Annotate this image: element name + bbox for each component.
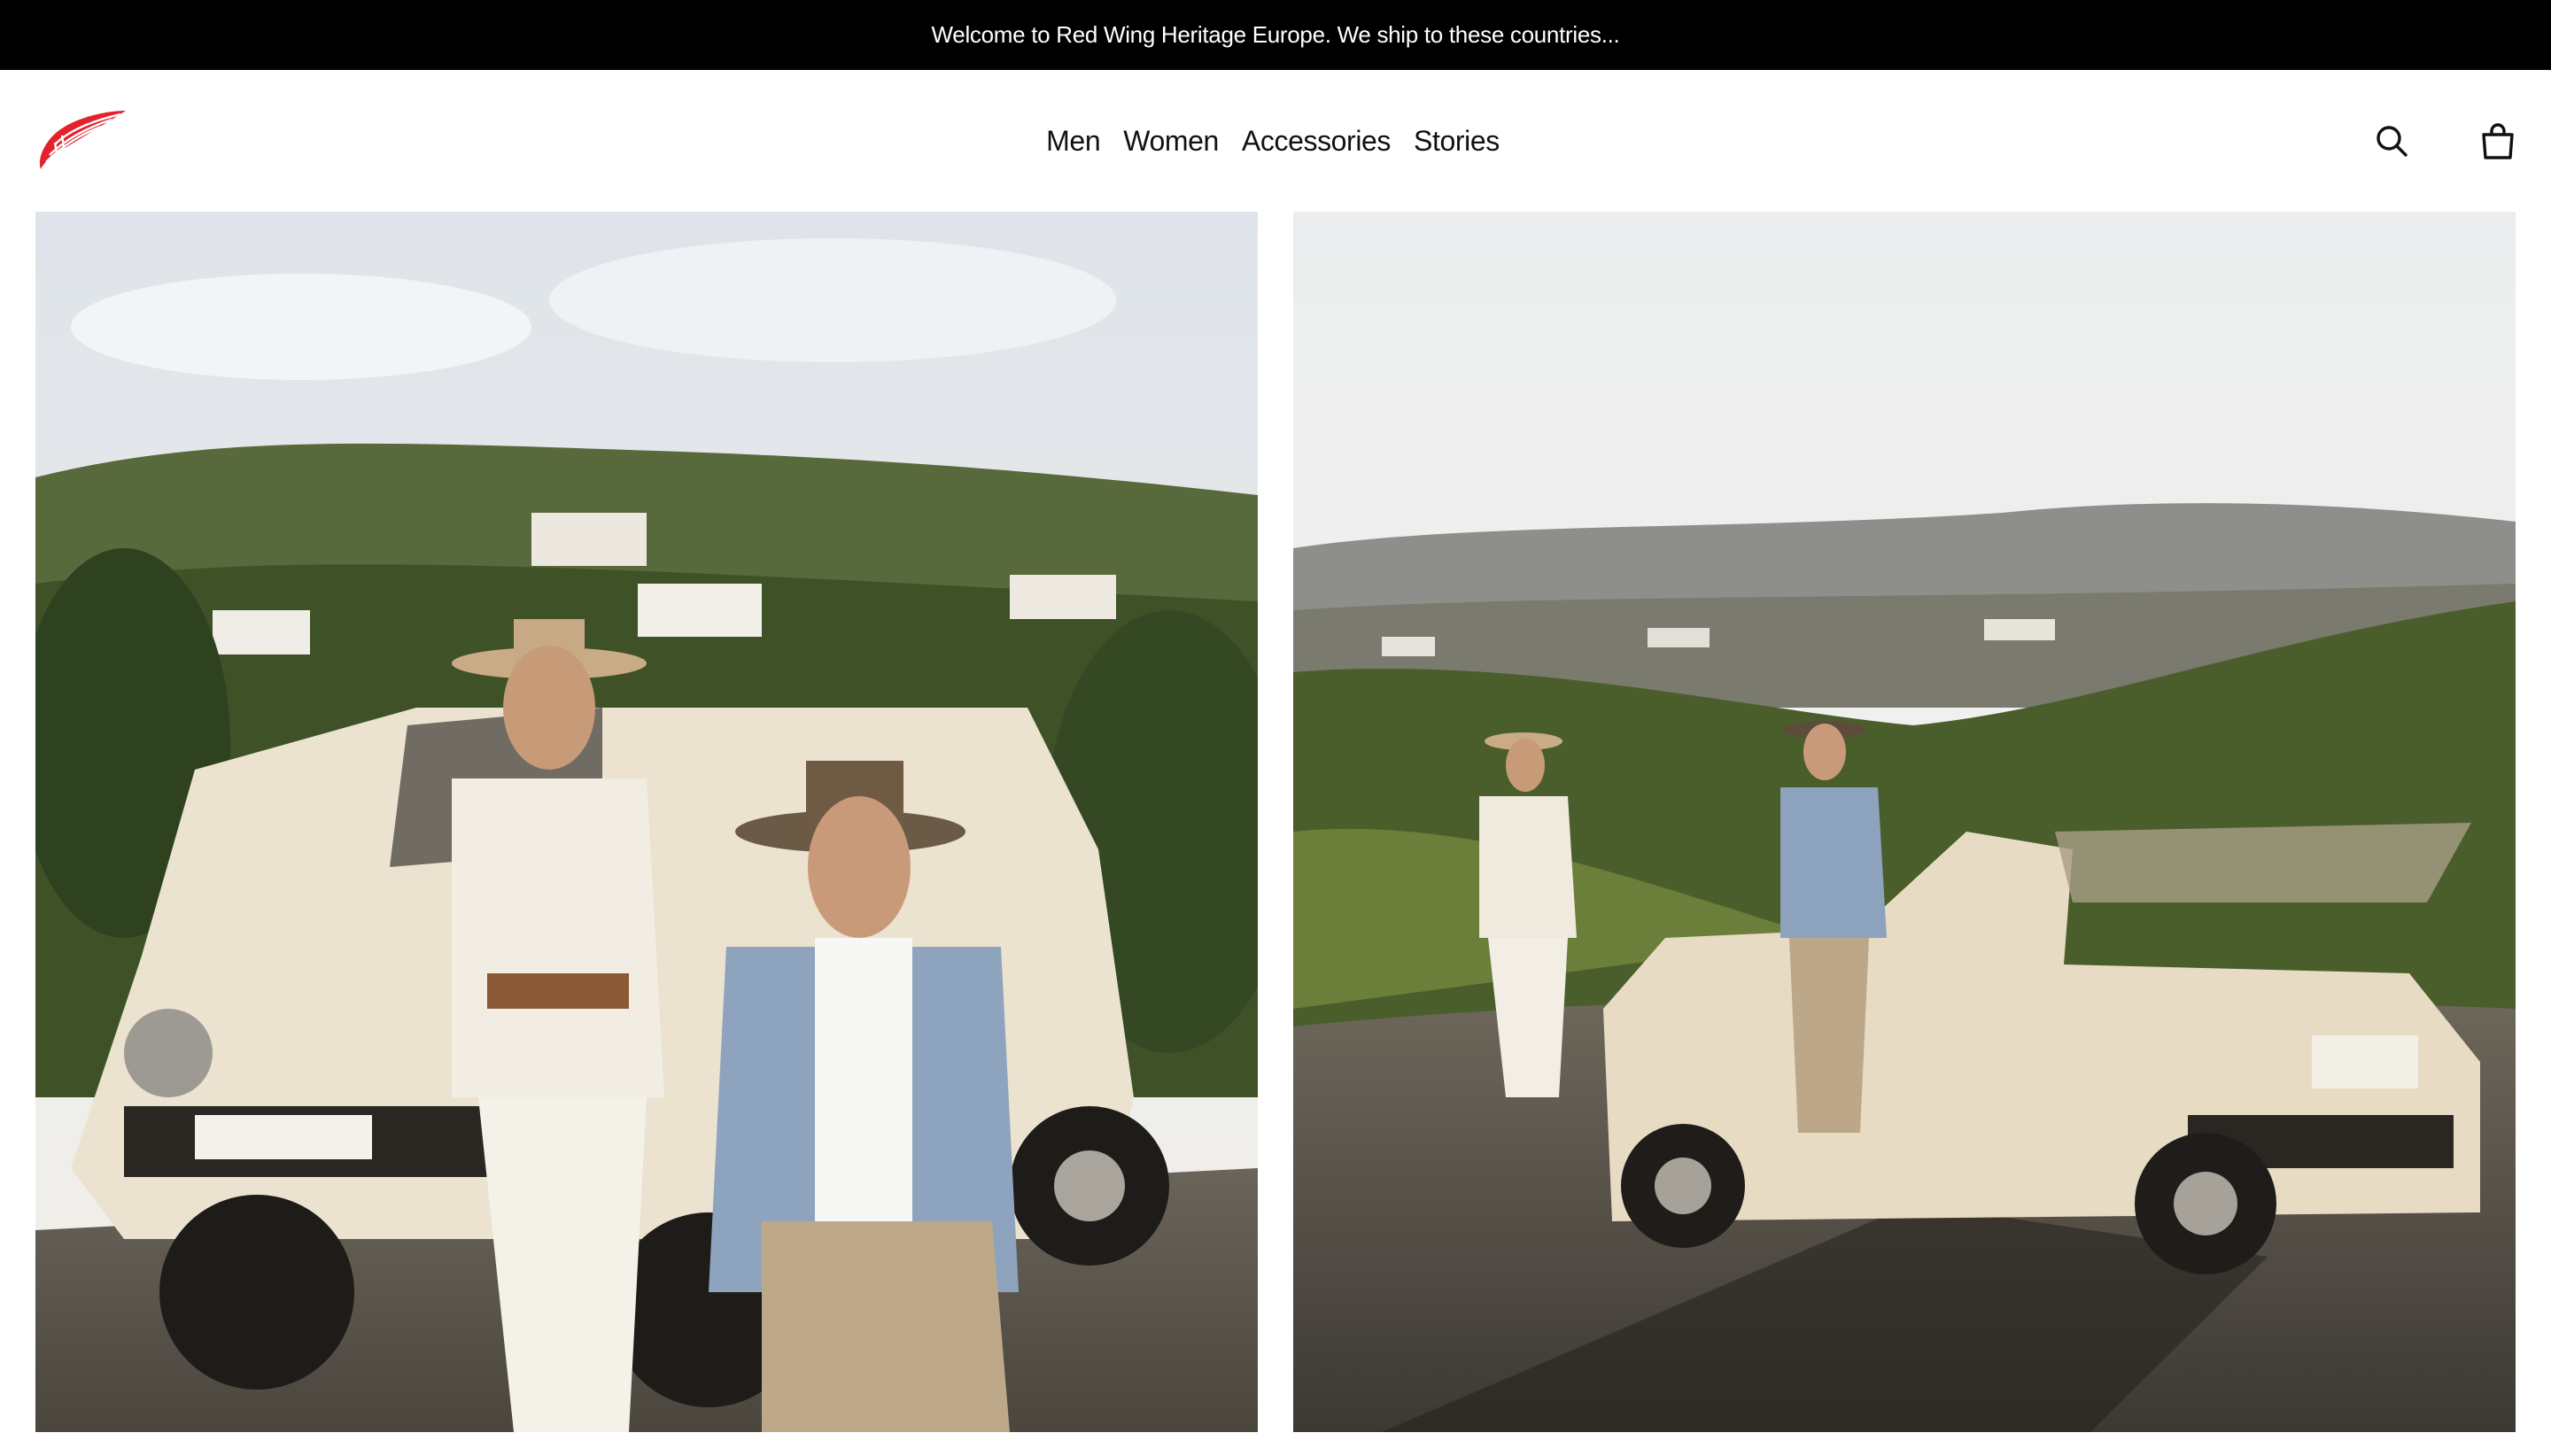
- photo-left-illustration: [35, 212, 1258, 1432]
- photo-right-illustration: [1293, 212, 2516, 1432]
- nav-stories[interactable]: Stories: [1414, 121, 1500, 161]
- cart-button[interactable]: [2476, 119, 2520, 163]
- shopping-bag-icon: [2482, 123, 2514, 159]
- wing-logo-icon: [39, 111, 127, 169]
- site-header: Men Women Accessories Stories: [0, 70, 2551, 212]
- announcement-bar[interactable]: Welcome to Red Wing Heritage Europe. We …: [0, 0, 2551, 70]
- search-button[interactable]: [2369, 119, 2414, 163]
- photo-couple-standing-by-jeep[interactable]: [35, 212, 1258, 1432]
- hero-gallery: [35, 212, 2516, 1432]
- nav-women[interactable]: Women: [1123, 121, 1219, 161]
- nav-men[interactable]: Men: [1046, 121, 1100, 161]
- red-wing-logo[interactable]: [35, 109, 128, 173]
- main-nav: Men Women Accessories Stories: [0, 70, 2551, 212]
- announcement-text[interactable]: Welcome to Red Wing Heritage Europe. We …: [932, 21, 1620, 49]
- search-icon: [2377, 126, 2408, 157]
- photo-couple-with-jeep-valley[interactable]: [1293, 212, 2516, 1432]
- nav-accessories[interactable]: Accessories: [1242, 121, 1392, 161]
